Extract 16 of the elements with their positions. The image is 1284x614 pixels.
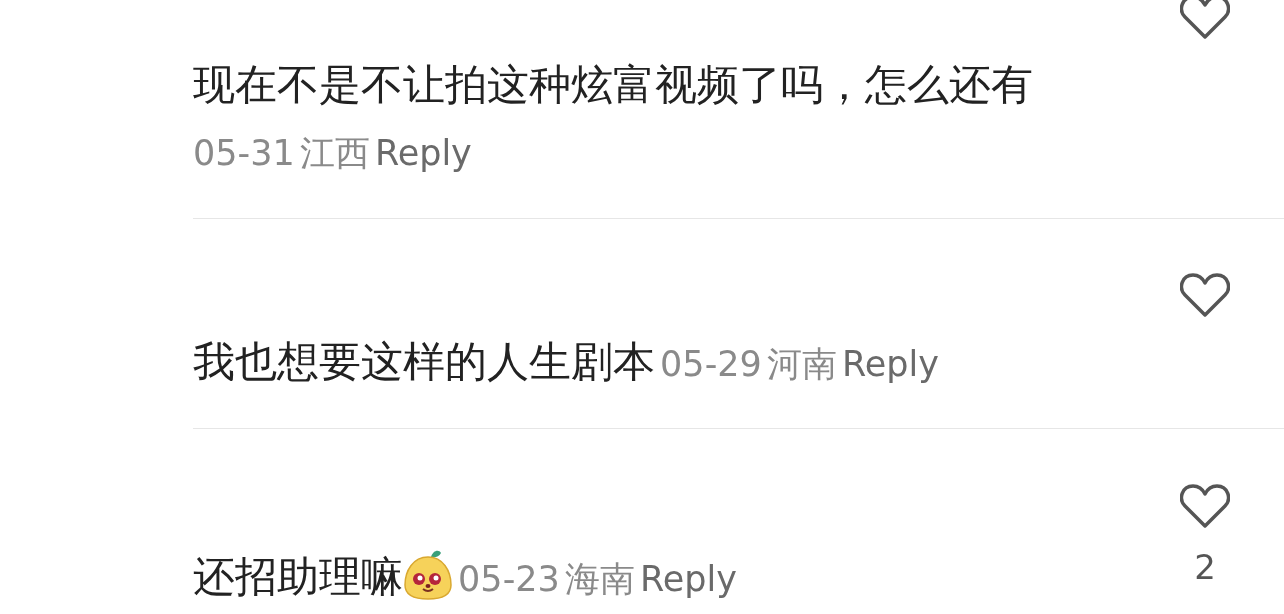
comment-location: 河南 [766, 344, 837, 384]
comment-date: 05-31 [193, 133, 295, 173]
comment-text: 还招助理嘛 [193, 552, 403, 601]
comment-location: 海南 [564, 559, 635, 599]
comment-location: 江西 [299, 133, 370, 173]
heart-icon[interactable] [1180, 0, 1230, 40]
reply-link[interactable]: Reply [374, 133, 472, 173]
reply-link[interactable]: Reply [842, 344, 939, 384]
heart-icon[interactable] [1180, 483, 1230, 529]
comment-text: 我也想要这样的人生剧本 [193, 337, 655, 386]
comment-date: 05-29 [660, 344, 762, 384]
comment-date: 05-23 [458, 559, 560, 599]
comment-text: 现在不是不让拍这种炫富视频了吗，怎么还有 [193, 60, 1033, 109]
reply-link[interactable]: Reply [640, 559, 737, 599]
like-count: 2 [1194, 547, 1216, 587]
heart-icon[interactable] [1180, 272, 1230, 318]
